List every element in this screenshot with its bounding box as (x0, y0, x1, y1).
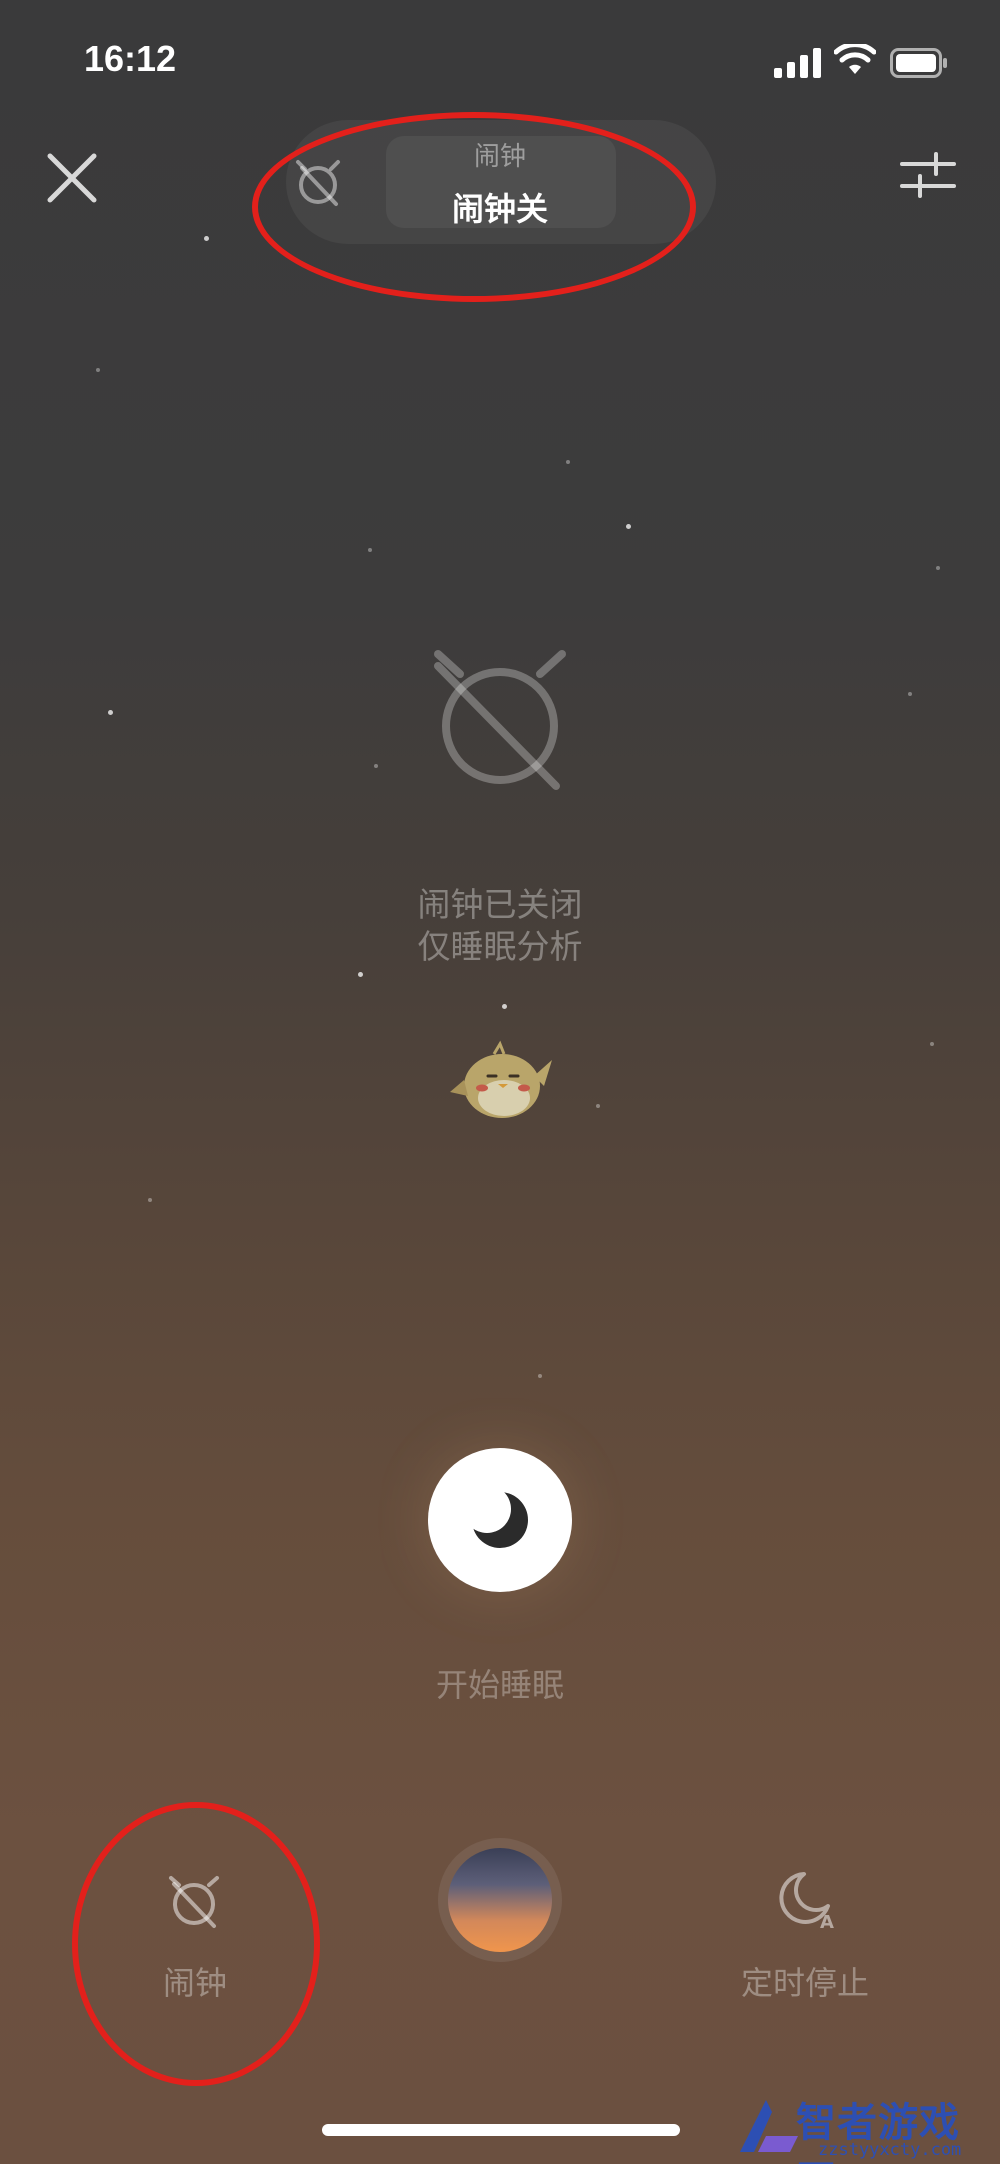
start-sleep-label: 开始睡眠 (435, 1666, 564, 1704)
alarm-tab-label[interactable]: 闹钟 (120, 1958, 270, 2004)
star (596, 1104, 600, 1108)
star (538, 1374, 542, 1378)
moon-icon (465, 1485, 528, 1548)
star (566, 460, 570, 464)
moon-timer-icon[interactable]: A (774, 1868, 836, 1930)
mascot-bird (450, 1040, 552, 1118)
star (204, 236, 209, 241)
watermark-logo-icon (740, 2100, 798, 2152)
annotation-ellipse-top (252, 112, 696, 302)
alarm-tab-icon[interactable] (164, 1870, 224, 1930)
star (374, 764, 378, 768)
status-time: 16:12 (84, 38, 177, 79)
star (936, 566, 940, 570)
star (108, 710, 113, 715)
star (358, 972, 363, 977)
sleep-scene-button[interactable] (438, 1838, 562, 1962)
star (626, 524, 631, 529)
home-indicator[interactable] (322, 2124, 680, 2136)
sleep-screen: 16:12 闹钟 闹钟关 闹钟已关闭 仅睡眠分析 开始睡眠 闹钟 A 定时停止 … (0, 0, 1000, 2164)
star (96, 368, 100, 372)
star (368, 548, 372, 552)
sleep-scene-thumbnail (448, 1848, 552, 1952)
close-icon[interactable] (44, 150, 100, 206)
cellular-signal-icon (774, 48, 821, 78)
timer-auto-badge: A (820, 1912, 834, 1930)
start-sleep-button[interactable] (428, 1448, 572, 1592)
battery-icon (890, 48, 947, 78)
star (148, 1198, 152, 1202)
wifi-icon (834, 44, 876, 74)
star (502, 1004, 507, 1009)
annotation-ellipse-bottom (72, 1802, 320, 2086)
alarm-status-line2: 仅睡眠分析 (417, 927, 583, 966)
alarm-status-line1: 闹钟已关闭 (417, 885, 583, 924)
watermark-url: zzstyyxcty.com (818, 2140, 962, 2160)
star (930, 1042, 934, 1046)
timer-stop-tab-label[interactable]: 定时停止 (720, 1958, 890, 2004)
alarm-off-large-icon (434, 650, 566, 790)
star (908, 692, 912, 696)
sliders-icon[interactable] (898, 150, 958, 200)
